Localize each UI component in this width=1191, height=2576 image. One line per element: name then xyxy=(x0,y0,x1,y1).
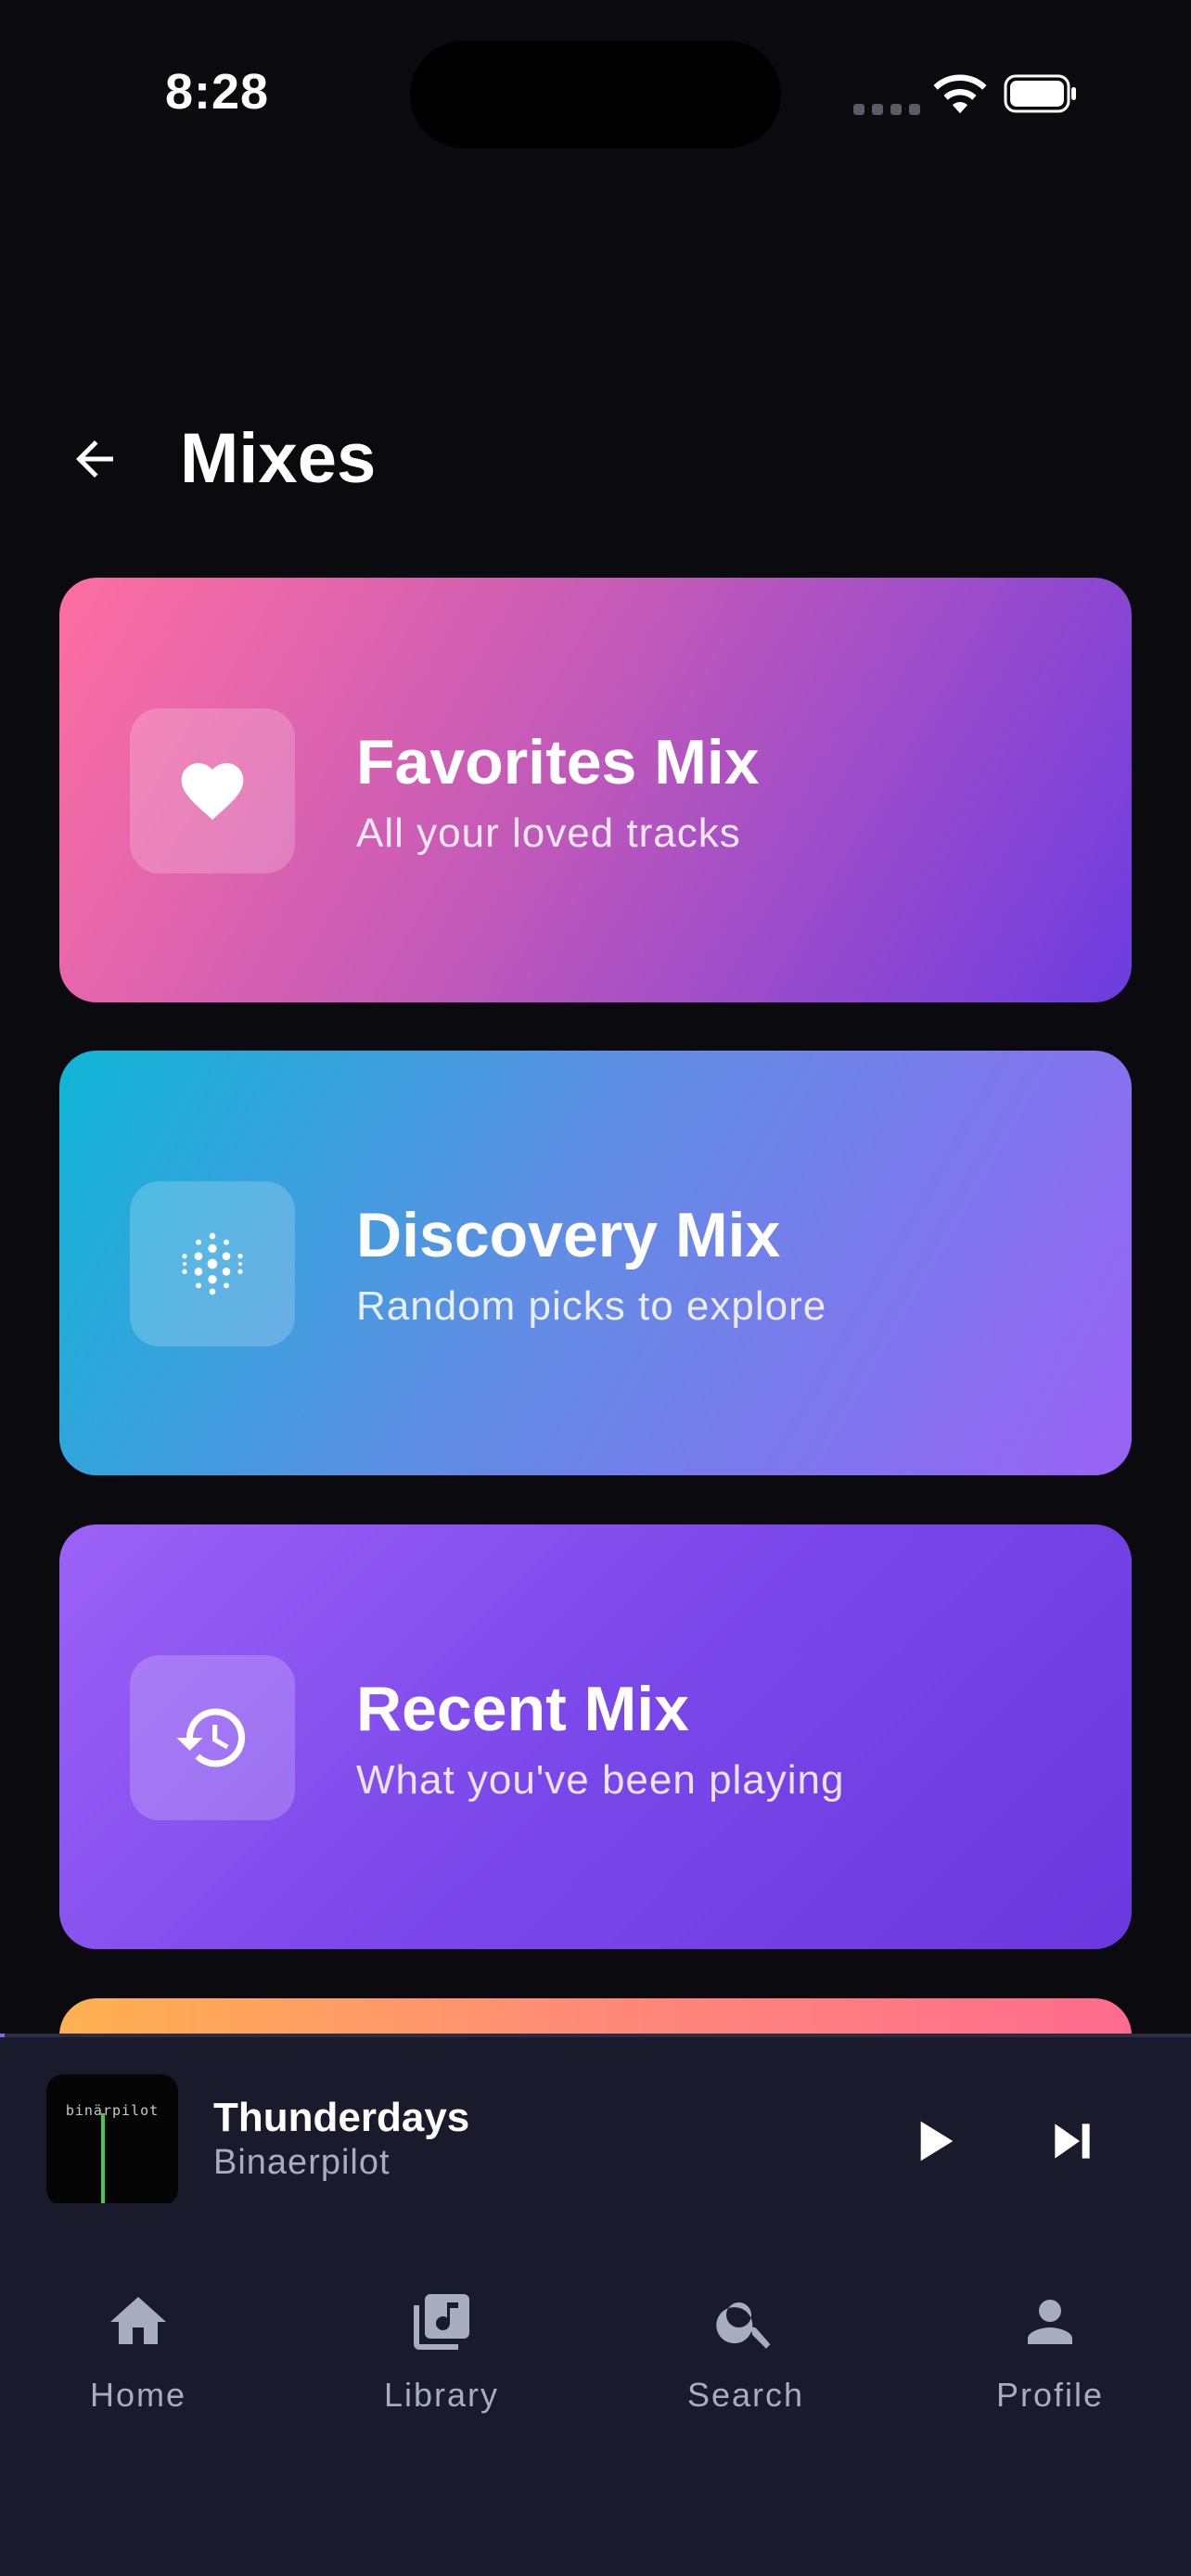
home-icon xyxy=(110,2297,166,2344)
mix-subtitle: Random picks to explore xyxy=(356,1283,827,1329)
page-title: Mixes xyxy=(180,419,377,498)
nav-item-library[interactable]: Library xyxy=(339,2289,544,2415)
play-button[interactable] xyxy=(896,2104,970,2178)
album-art-text: binärpilot xyxy=(65,2102,160,2119)
playback-progress-fill xyxy=(0,2034,6,2037)
back-button[interactable] xyxy=(58,422,132,496)
mix-title: Discovery Mix xyxy=(356,1200,781,1270)
album-art: binärpilot xyxy=(46,2074,178,2206)
mix-title: Recent Mix xyxy=(356,1674,689,1744)
mix-icon-tile xyxy=(130,1181,295,1346)
cellular-signal-icon xyxy=(853,104,920,115)
arrow-back-icon xyxy=(76,440,113,478)
skip-next-icon xyxy=(1055,2123,1090,2159)
nav-label: Profile xyxy=(995,2376,1105,2414)
mix-title: Favorites Mix xyxy=(356,727,760,797)
nav-label: Library xyxy=(383,2376,500,2414)
search-icon xyxy=(716,2302,771,2349)
mini-player[interactable]: binärpilot Thunderdays Binaerpilot xyxy=(0,2034,1191,2206)
mix-subtitle: What you've been playing xyxy=(356,1757,845,1803)
favorites-mix-card[interactable]: Favorites Mix All your loved tracks xyxy=(59,578,1132,1002)
status-time: 8:28 xyxy=(165,64,270,120)
mix-icon-tile xyxy=(130,1655,295,1820)
nav-label: Search xyxy=(686,2376,805,2414)
album-art-line xyxy=(101,2113,105,2206)
playback-progress-bar[interactable] xyxy=(0,2034,1191,2037)
skip-next-button[interactable] xyxy=(1035,2104,1109,2178)
discovery-dots-icon xyxy=(182,1232,243,1295)
mix-subtitle: All your loved tracks xyxy=(356,810,741,856)
nav-item-profile[interactable]: Profile xyxy=(948,2289,1152,2415)
heart-icon xyxy=(181,763,244,820)
wifi-icon xyxy=(933,74,987,114)
mix-icon-tile xyxy=(130,708,295,874)
track-title: Thunderdays xyxy=(213,2095,470,2140)
nav-item-search[interactable]: Search xyxy=(644,2289,848,2415)
track-artist: Binaerpilot xyxy=(213,2143,391,2182)
library-music-icon xyxy=(414,2294,469,2350)
bottom-navigation: Home Library Search Profile xyxy=(0,2203,1191,2576)
discovery-mix-card[interactable]: Discovery Mix Random picks to explore xyxy=(59,1051,1132,1475)
battery-icon xyxy=(1004,74,1076,113)
person-icon xyxy=(1028,2300,1072,2344)
nav-item-home[interactable]: Home xyxy=(36,2289,240,2415)
recent-mix-card[interactable]: Recent Mix What you've been playing xyxy=(59,1524,1132,1949)
dynamic-island xyxy=(410,41,781,148)
play-icon xyxy=(920,2121,954,2162)
history-icon xyxy=(176,1708,246,1767)
nav-label: Home xyxy=(89,2376,187,2414)
